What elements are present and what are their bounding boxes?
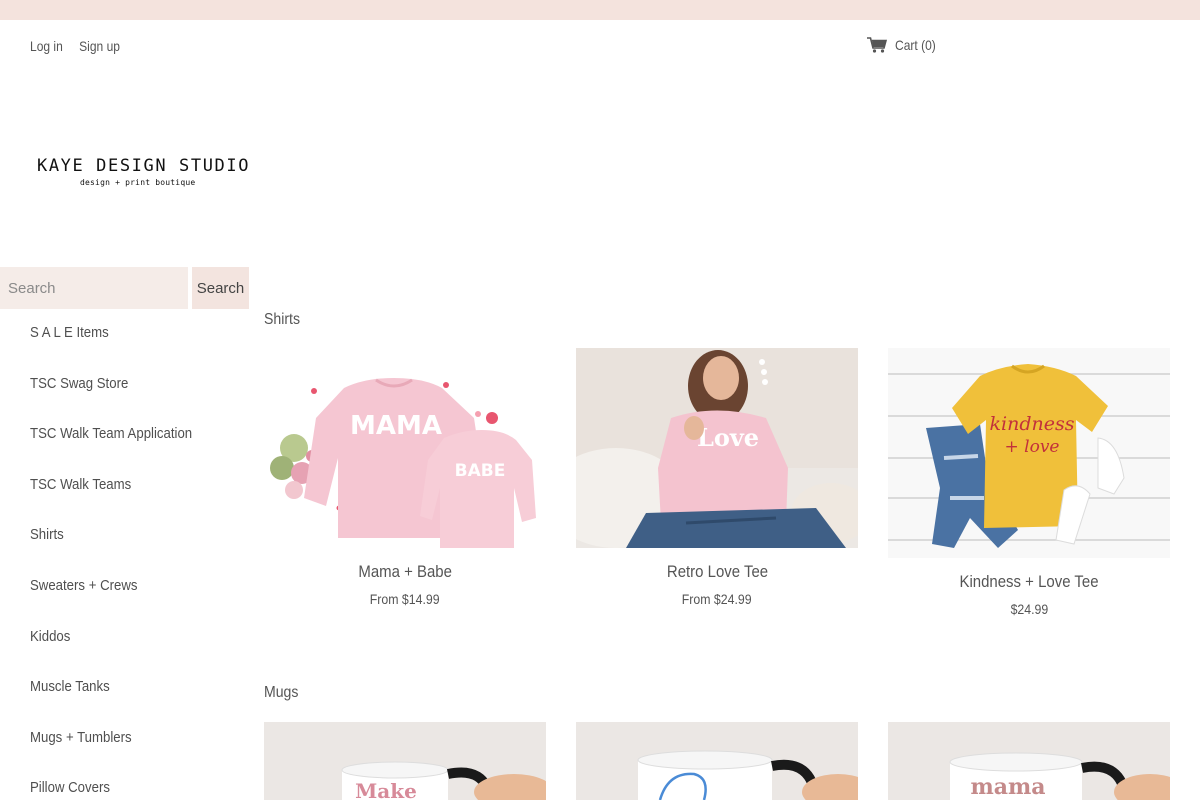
product-image[interactable]: Love — [576, 348, 858, 548]
cart-label: Cart — [895, 37, 918, 53]
product-price-text: $24.99 — [1010, 601, 1048, 617]
product-price: From $24.99 — [576, 591, 858, 607]
sidebar-item-sale[interactable]: S A L E Items — [30, 320, 250, 371]
product-title-text: Mama + Babe — [358, 562, 452, 581]
print-text-love: Love — [697, 423, 759, 452]
product-price: $24.99 — [888, 601, 1170, 617]
product-image[interactable]: kindness + love — [888, 348, 1170, 558]
sidebar-nav: S A L E Items TSC Swag Store TSC Walk Te… — [30, 320, 250, 800]
sidebar-item-walk-team-application[interactable]: TSC Walk Team Application — [30, 421, 250, 472]
sidebar-item-kiddos[interactable]: Kiddos — [30, 624, 250, 675]
product-title[interactable]: Mama + Babe — [264, 562, 546, 582]
sidebar-item-sweaters[interactable]: Sweaters + Crews — [30, 573, 250, 624]
sidebar-item-label: Kiddos — [30, 627, 71, 645]
section-title-text: Mugs — [264, 684, 299, 701]
product-image[interactable]: Make — [264, 722, 546, 800]
product-card-mug-3[interactable]: mama — [888, 722, 1170, 800]
section-title-text: Shirts — [264, 311, 300, 328]
product-image[interactable] — [576, 722, 858, 800]
search-input[interactable] — [0, 267, 188, 309]
print-text-kindness: kindness — [990, 413, 1075, 435]
section-title-shirts: Shirts — [264, 311, 305, 329]
sidebar-item-label: TSC Walk Team Application — [30, 425, 193, 443]
cart-link[interactable]: Cart (0) — [867, 37, 942, 53]
sidebar-item-swag-store[interactable]: TSC Swag Store — [30, 371, 250, 422]
product-card-kindness-love-tee[interactable]: kindness + love Kindness + Love Tee $24.… — [888, 348, 1170, 617]
product-card-mug-2[interactable] — [576, 722, 858, 800]
search-form: Search — [0, 267, 249, 309]
store-logo[interactable]: KAYE DESIGN STUDIO design + print boutiq… — [37, 156, 251, 187]
sidebar-item-label: S A L E Items — [30, 324, 109, 341]
section-title-mugs: Mugs — [264, 684, 303, 702]
product-image[interactable]: MAMA BABE — [264, 348, 546, 548]
search-button[interactable]: Search — [192, 267, 249, 309]
login-link[interactable]: Log in — [30, 38, 63, 54]
product-title[interactable]: Retro Love Tee — [576, 562, 858, 582]
product-price-text: From $14.99 — [370, 591, 440, 607]
sidebar-item-label: Shirts — [30, 526, 64, 544]
sidebar-item-label: Sweaters + Crews — [30, 576, 138, 594]
product-price: From $14.99 — [264, 591, 546, 607]
sidebar-item-shirts[interactable]: Shirts — [30, 522, 250, 573]
cart-count: (0) — [921, 37, 936, 53]
sidebar-item-label: Mugs + Tumblers — [30, 728, 132, 746]
print-text-babe: BABE — [455, 461, 506, 481]
sidebar-item-muscle-tanks[interactable]: Muscle Tanks — [30, 674, 250, 725]
logo-name: KAYE DESIGN STUDIO — [37, 156, 251, 176]
sidebar-item-label: Muscle Tanks — [30, 678, 110, 696]
sidebar-item-mugs-tumblers[interactable]: Mugs + Tumblers — [30, 725, 250, 776]
product-card-retro-love-tee[interactable]: Love Retro Love Tee From $24.99 — [576, 348, 858, 607]
account-links: Log in Sign up — [30, 38, 120, 54]
product-price-text: From $24.99 — [682, 591, 752, 607]
sidebar-item-label: TSC Swag Store — [30, 374, 129, 392]
sidebar-item-label: TSC Walk Teams — [30, 475, 132, 493]
product-card-mama-babe[interactable]: MAMA BABE Mama + Babe From $14.99 — [264, 348, 546, 607]
sidebar-item-walk-teams[interactable]: TSC Walk Teams — [30, 472, 250, 523]
logo-tagline: design + print boutique — [80, 178, 196, 187]
product-image[interactable]: mama — [888, 722, 1170, 800]
signup-link[interactable]: Sign up — [79, 38, 120, 54]
print-text-mama: mama — [970, 774, 1045, 800]
print-text-love: + love — [1005, 437, 1060, 457]
cart-icon — [867, 37, 887, 53]
product-title[interactable]: Kindness + Love Tee — [888, 572, 1170, 592]
print-text-make: Make — [355, 779, 417, 800]
sidebar-item-label: Pillow Covers — [30, 779, 110, 797]
print-text-mama: MAMA — [350, 411, 442, 441]
announcement-bar — [0, 0, 1200, 20]
product-title-text: Retro Love Tee — [666, 562, 768, 581]
sidebar-item-pillow-covers[interactable]: Pillow Covers — [30, 775, 250, 800]
product-card-mug-1[interactable]: Make — [264, 722, 546, 800]
product-title-text: Kindness + Love Tee — [959, 572, 1099, 591]
